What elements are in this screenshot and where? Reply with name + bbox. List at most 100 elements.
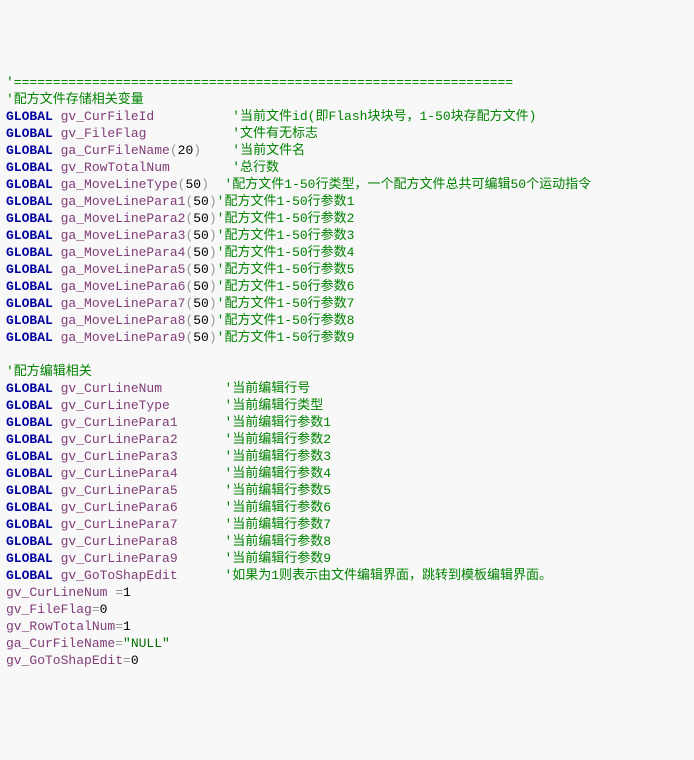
code-line: GLOBAL ga_MoveLinePara9(50)'配方文件1-50行参数9	[6, 329, 688, 346]
code-token: ga_MoveLinePara8	[61, 313, 186, 328]
code-line: GLOBAL gv_CurLinePara3 '当前编辑行参数3	[6, 448, 688, 465]
code-token: GLOBAL	[6, 381, 61, 396]
code-token: GLOBAL	[6, 296, 61, 311]
code-token: '当前编辑行参数7	[224, 517, 331, 532]
code-token: 50	[193, 279, 209, 294]
code-token: =	[123, 653, 131, 668]
code-line: GLOBAL gv_CurLineType '当前编辑行类型	[6, 397, 688, 414]
code-token: ga_MoveLinePara5	[61, 262, 186, 277]
code-line: GLOBAL gv_CurLinePara9 '当前编辑行参数9	[6, 550, 688, 567]
code-token: gv_CurLinePara6	[61, 500, 225, 515]
code-token: '配方文件1-50行参数4	[217, 245, 355, 260]
code-token: GLOBAL	[6, 449, 61, 464]
code-token: GLOBAL	[6, 245, 61, 260]
code-token: 50	[193, 313, 209, 328]
code-token: '文件有无标志	[232, 126, 318, 141]
code-token: gv_CurFileId	[61, 109, 233, 124]
code-token: )	[193, 143, 232, 158]
code-line: GLOBAL gv_CurLinePara4 '当前编辑行参数4	[6, 465, 688, 482]
code-token: GLOBAL	[6, 398, 61, 413]
code-token: '当前编辑行参数1	[224, 415, 331, 430]
code-token: "NULL"	[123, 636, 170, 651]
code-token: )	[209, 279, 217, 294]
code-line: gv_GoToShapEdit=0	[6, 652, 688, 669]
code-token: (	[170, 143, 178, 158]
code-line: '=======================================…	[6, 74, 688, 91]
code-token: '当前编辑行参数4	[224, 466, 331, 481]
code-line: gv_RowTotalNum=1	[6, 618, 688, 635]
code-token: 1	[123, 619, 131, 634]
code-line: GLOBAL gv_CurLinePara7 '当前编辑行参数7	[6, 516, 688, 533]
code-token: '配方文件1-50行参数3	[217, 228, 355, 243]
code-token: gv_FileFlag	[6, 602, 92, 617]
code-token: ga_MoveLinePara6	[61, 279, 186, 294]
code-line: GLOBAL gv_CurLinePara2 '当前编辑行参数2	[6, 431, 688, 448]
code-token: '配方文件1-50行参数6	[217, 279, 355, 294]
code-token: '配方编辑相关	[6, 364, 92, 379]
code-line: GLOBAL gv_CurLineNum '当前编辑行号	[6, 380, 688, 397]
code-token: GLOBAL	[6, 517, 61, 532]
code-token: gv_CurLinePara4	[61, 466, 225, 481]
code-token: '当前文件名	[232, 143, 305, 158]
code-token: ga_MoveLinePara1	[61, 194, 186, 209]
code-token: '配方文件1-50行参数2	[217, 211, 355, 226]
code-token: gv_GoToShapEdit	[6, 653, 123, 668]
code-token: =	[115, 619, 123, 634]
code-line	[6, 346, 688, 363]
code-line: GLOBAL gv_CurLinePara5 '当前编辑行参数5	[6, 482, 688, 499]
code-token: '配方文件1-50行参数5	[217, 262, 355, 277]
code-token: gv_CurLinePara2	[61, 432, 225, 447]
code-line: GLOBAL gv_GoToShapEdit '如果为1则表示由文件编辑界面，跳…	[6, 567, 688, 584]
code-token: 50	[193, 194, 209, 209]
code-token: GLOBAL	[6, 330, 61, 345]
code-line: '配方编辑相关	[6, 363, 688, 380]
code-token: '当前编辑行类型	[224, 398, 323, 413]
code-token: 50	[193, 228, 209, 243]
code-token: GLOBAL	[6, 194, 61, 209]
code-token: GLOBAL	[6, 568, 61, 583]
code-token: =	[115, 636, 123, 651]
code-token: '当前文件id(即Flash块块号，1-50块存配方文件)	[232, 109, 536, 124]
code-line: GLOBAL ga_MoveLinePara1(50)'配方文件1-50行参数1	[6, 193, 688, 210]
code-token: gv_RowTotalNum	[61, 160, 233, 175]
code-token: )	[209, 245, 217, 260]
code-token: GLOBAL	[6, 415, 61, 430]
code-line: gv_FileFlag=0	[6, 601, 688, 618]
code-token: gv_FileFlag	[61, 126, 233, 141]
code-token: '配方文件1-50行参数1	[217, 194, 355, 209]
code-line: GLOBAL ga_CurFileName(20) '当前文件名	[6, 142, 688, 159]
code-token: )	[209, 228, 217, 243]
code-token: '总行数	[232, 160, 279, 175]
code-token: =	[115, 585, 123, 600]
code-token: GLOBAL	[6, 313, 61, 328]
code-token: gv_CurLinePara1	[61, 415, 225, 430]
code-token	[6, 347, 14, 362]
code-line: GLOBAL gv_CurLinePara1 '当前编辑行参数1	[6, 414, 688, 431]
code-token: GLOBAL	[6, 500, 61, 515]
code-token: ga_MoveLinePara4	[61, 245, 186, 260]
code-line: GLOBAL ga_MoveLinePara5(50)'配方文件1-50行参数5	[6, 261, 688, 278]
code-line: GLOBAL ga_MoveLineType(50) '配方文件1-50行类型，…	[6, 176, 688, 193]
code-token: gv_CurLinePara5	[61, 483, 225, 498]
code-token: 0	[100, 602, 108, 617]
code-token: GLOBAL	[6, 126, 61, 141]
code-token: GLOBAL	[6, 551, 61, 566]
code-token: '配方文件1-50行类型，一个配方文件总共可编辑50个运动指令	[224, 177, 591, 192]
code-token: '当前编辑行参数9	[224, 551, 331, 566]
code-token: GLOBAL	[6, 228, 61, 243]
code-token: )	[209, 296, 217, 311]
code-token: '配方文件1-50行参数7	[217, 296, 355, 311]
code-token: GLOBAL	[6, 279, 61, 294]
code-token: )	[209, 211, 217, 226]
code-token: gv_CurLinePara9	[61, 551, 225, 566]
code-token: 50	[193, 211, 209, 226]
code-line: GLOBAL ga_MoveLinePara3(50)'配方文件1-50行参数3	[6, 227, 688, 244]
code-token: ga_MoveLineType	[61, 177, 178, 192]
code-token: ga_MoveLinePara9	[61, 330, 186, 345]
code-token: '当前编辑行参数5	[224, 483, 331, 498]
code-line: ga_CurFileName="NULL"	[6, 635, 688, 652]
code-token: 50	[193, 245, 209, 260]
code-line: GLOBAL gv_CurFileId '当前文件id(即Flash块块号，1-…	[6, 108, 688, 125]
code-line: GLOBAL ga_MoveLinePara8(50)'配方文件1-50行参数8	[6, 312, 688, 329]
code-token: 0	[131, 653, 139, 668]
